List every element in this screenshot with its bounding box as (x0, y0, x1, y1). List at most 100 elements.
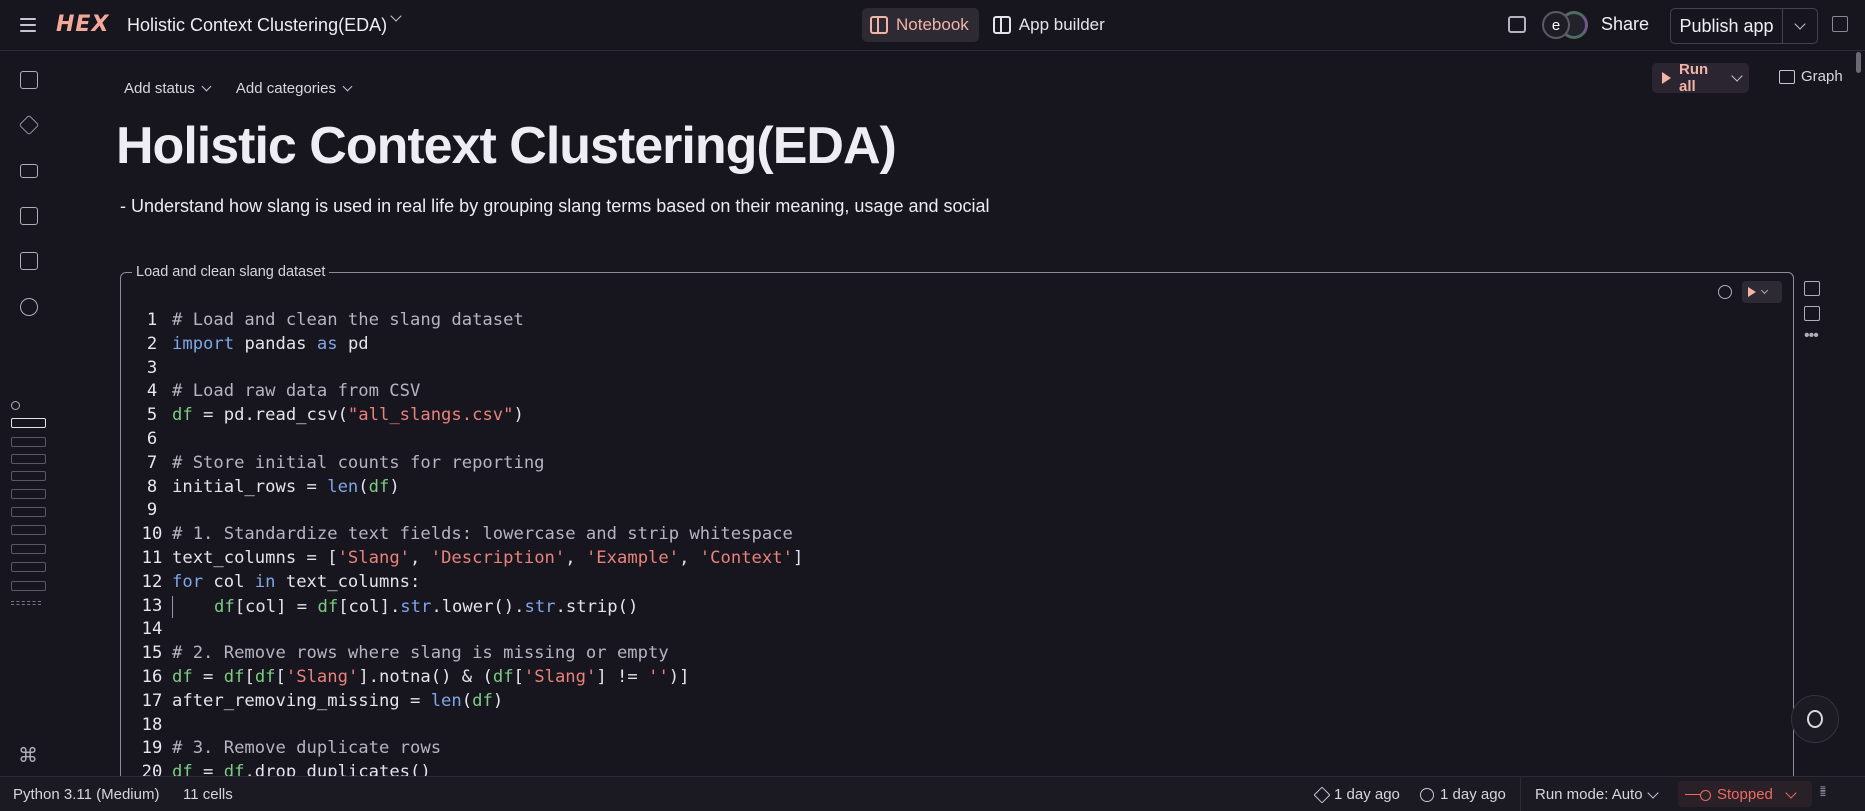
graph-button[interactable]: Graph (1779, 68, 1843, 85)
code-token: df (368, 476, 390, 497)
code-token: 'Context' (699, 547, 793, 568)
share-button[interactable]: Share (1601, 14, 1649, 35)
code-token: = (192, 666, 224, 687)
outline-item[interactable] (11, 581, 46, 591)
code-line[interactable]: 7 # Store initial counts for reporting (132, 453, 803, 477)
graph-label: Graph (1801, 68, 1843, 85)
code-line[interactable]: 12 for col in text_columns: (132, 572, 803, 596)
cell-title[interactable]: Load and clean slang dataset (132, 264, 330, 280)
outline-more[interactable] (11, 601, 41, 605)
code-token: ] (792, 547, 804, 568)
code-line[interactable]: 3 (132, 358, 803, 382)
layout-icon[interactable] (1804, 306, 1820, 321)
keyboard-icon[interactable]: ≡ ≡ (1820, 785, 1826, 800)
variables-icon[interactable] (20, 207, 38, 225)
code-line[interactable]: 18 (132, 715, 803, 739)
line-number: 3 (146, 357, 158, 378)
code-token: as (316, 333, 338, 354)
outline-item[interactable] (11, 507, 46, 517)
add-status-button[interactable]: Add status (124, 80, 212, 97)
code-token: # 1. Standardize text fields: lowercase … (172, 524, 793, 545)
chevron-down-icon[interactable] (390, 10, 406, 30)
last-run[interactable]: 1 day ago (1420, 786, 1506, 803)
avatar[interactable]: e (1542, 11, 1570, 39)
code-line[interactable]: 15 # 2. Remove rows where slang is missin… (132, 643, 803, 667)
code-token: ) (389, 476, 400, 497)
code-token: 'Example' (585, 547, 680, 568)
line-number: 15 (141, 643, 163, 664)
outline-item[interactable] (11, 544, 46, 554)
code-line[interactable]: 2 import pandas as pd (132, 334, 803, 358)
chevron-down-icon (201, 81, 212, 92)
kernel-state: Stopped (1685, 786, 1797, 803)
add-categories-button[interactable]: Add categories (236, 80, 353, 97)
code-line[interactable]: 14 (132, 619, 803, 643)
page-title[interactable]: Holistic Context Clustering(EDA) (116, 116, 897, 176)
menu-icon[interactable] (18, 15, 38, 35)
code-line[interactable]: 19 # 3. Remove duplicate rows (132, 738, 803, 762)
magic-assistant-button[interactable] (1791, 695, 1839, 743)
code-line[interactable]: 4 # Load raw data from CSV (132, 381, 803, 405)
code-text: after_removing_missing = len(df) (172, 691, 503, 715)
search-icon[interactable] (11, 401, 20, 410)
run-mode-select[interactable]: Run mode: Auto (1535, 786, 1659, 803)
code-line[interactable]: 5 df = pd.read_csv("all_slangs.csv") (132, 405, 803, 429)
outline-item[interactable] (11, 437, 46, 447)
database-icon[interactable] (1718, 285, 1732, 299)
tab-notebook[interactable]: Notebook (862, 8, 979, 42)
last-edited[interactable]: 1 day ago (1313, 786, 1400, 803)
run-options-button[interactable] (1724, 70, 1749, 82)
comment-icon[interactable] (1508, 16, 1526, 33)
calendar-icon[interactable] (20, 252, 38, 270)
code-text: df[col] = df[col].str.lower().str.strip(… (172, 595, 638, 620)
comment-icon[interactable] (1804, 281, 1820, 296)
more-options-icon[interactable]: ••• (1804, 328, 1820, 344)
code-token: # 3. Remove duplicate rows (172, 738, 442, 759)
code-line[interactable]: 9 (132, 500, 803, 524)
tab-app-builder[interactable]: App builder (985, 8, 1115, 42)
hex-logo[interactable]: HEX (56, 12, 109, 37)
code-line[interactable]: 10 # 1. Standardize text fields: lowercas… (132, 524, 803, 548)
cube-icon[interactable] (18, 114, 40, 136)
code-line[interactable]: 8 initial_rows = len(df) (132, 477, 803, 501)
code-token: 'Description' (430, 547, 566, 568)
outline-item[interactable] (11, 418, 46, 428)
doc-meta-row: Add status Add categories (124, 80, 353, 97)
cell-toolbar (1718, 281, 1782, 303)
code-line[interactable]: 6 (132, 429, 803, 453)
kernel-info[interactable]: Python 3.11 (Medium) (13, 786, 159, 803)
outline-item[interactable] (11, 562, 46, 572)
project-title[interactable]: Holistic Context Clustering(EDA) (127, 15, 387, 36)
command-icon[interactable]: ⌘ (18, 743, 38, 768)
code-line[interactable]: 16 df = df[df['Slang'].notna() & (df['Sla… (132, 667, 803, 691)
code-token: len (430, 690, 462, 711)
code-token: ].notna() & ( (358, 666, 493, 687)
code-line[interactable]: 13 df[col] = df[col].str.lower().str.stri… (132, 595, 803, 620)
line-number: 4 (146, 381, 158, 402)
mode-tabs: Notebook App builder (862, 8, 1115, 42)
chevron-down-icon (1760, 286, 1769, 294)
code-line[interactable]: 17 after_removing_missing = len(df) (132, 691, 803, 715)
outline-item[interactable] (11, 489, 46, 499)
code-line[interactable]: 11 text_columns = ['Slang', 'Description'… (132, 547, 804, 572)
line-number: 1 (146, 310, 158, 330)
line-number: 19 (141, 738, 163, 759)
run-all-button[interactable]: Run all (1652, 61, 1724, 95)
folder-icon[interactable] (20, 164, 38, 178)
code-line[interactable]: 1 # Load and clean the slang dataset (132, 310, 803, 334)
code-editor[interactable]: 1 # Load and clean the slang dataset 2 impo… (132, 310, 804, 786)
analytics-icon[interactable] (1832, 16, 1848, 32)
scrollbar[interactable] (1856, 52, 1861, 73)
code-text: # Load and clean the slang dataset (172, 310, 524, 334)
line-number: 10 (141, 524, 163, 545)
outline-item[interactable] (11, 471, 46, 481)
code-token: # 2. Remove rows where slang is missing … (172, 643, 669, 664)
page-description[interactable]: - Understand how slang is used in real l… (120, 196, 990, 217)
run-cell-button[interactable] (1742, 281, 1782, 303)
publish-options-button[interactable] (1783, 9, 1817, 43)
outline-item[interactable] (11, 454, 46, 464)
history-icon[interactable] (20, 298, 38, 316)
outline-item[interactable] (11, 525, 46, 535)
publish-app-button[interactable]: Publish app (1671, 9, 1783, 43)
edit-icon[interactable] (20, 71, 38, 89)
